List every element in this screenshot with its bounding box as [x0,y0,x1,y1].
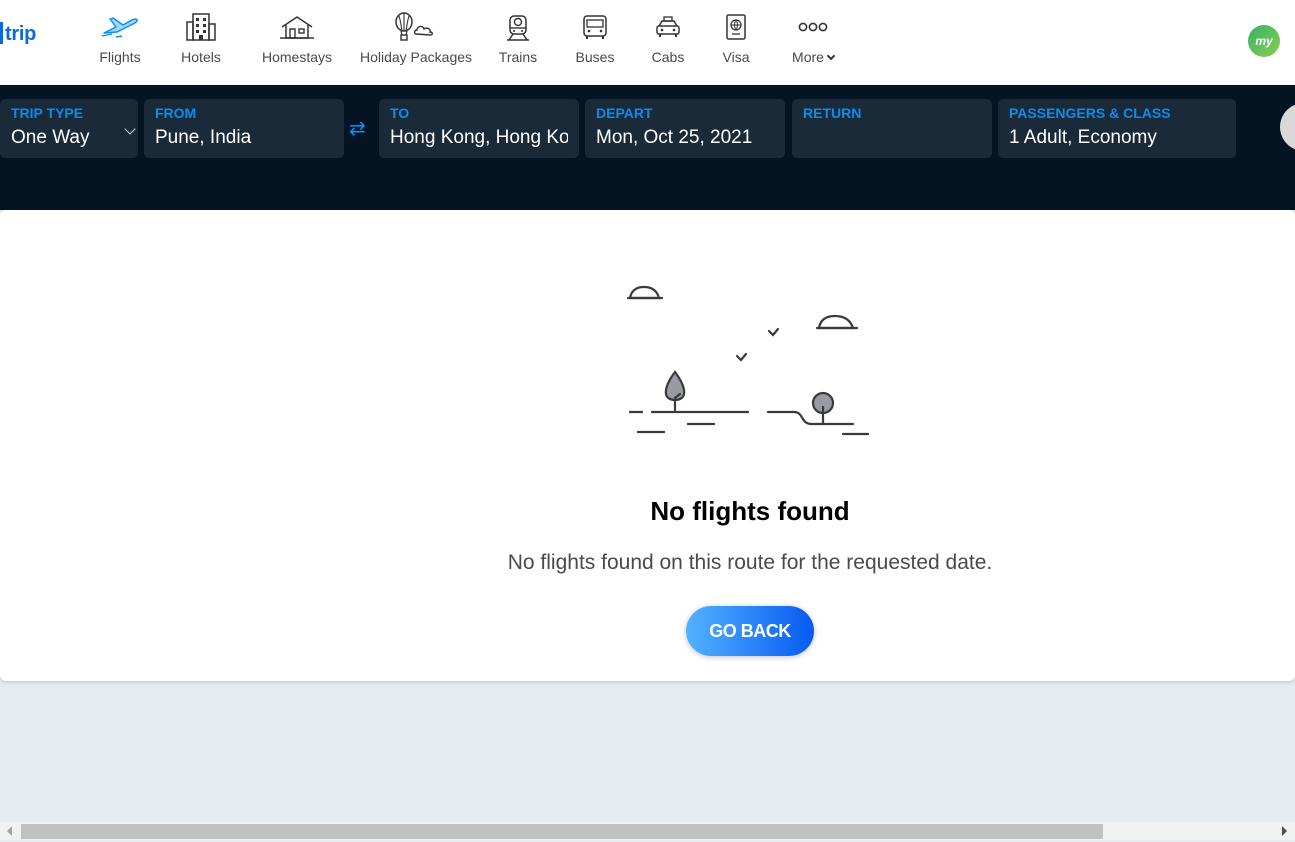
field-label: TO [390,105,410,121]
nav-label: Cabs [651,49,685,65]
hotel-building-icon [184,12,218,47]
nav-hotels[interactable]: Hotels [176,12,226,74]
nav-label: Hotels [181,49,221,65]
field-label: TRIP TYPE [11,105,84,121]
nav-label: More [786,49,840,65]
user-avatar[interactable]: my [1248,25,1280,57]
swap-icon[interactable]: ⇄ [349,116,366,141]
scroll-right-arrow-icon[interactable] [1282,826,1287,836]
nav-label: Buses [575,49,615,65]
scrollbar-thumb[interactable] [21,824,1103,839]
search-button[interactable] [1280,103,1295,151]
user-menu-text[interactable] [1291,26,1295,56]
hot-air-balloon-icon [392,11,440,47]
field-label: DEPART [596,105,653,121]
empty-state-message: No flights found on this route for the r… [507,551,993,574]
airplane-icon [100,14,140,45]
taxi-icon [653,14,683,45]
horizontal-scrollbar[interactable] [0,822,1295,840]
nav-trains[interactable]: Trains [496,14,540,74]
nav-flights[interactable]: Flights [96,14,144,74]
from-field[interactable]: FROM Pune, India [144,99,344,158]
house-icon [279,14,315,45]
chevron-down-icon [826,51,836,61]
field-value: Pune, India [155,127,252,148]
empty-state-illustration [620,270,880,450]
field-value: One Way [11,127,90,148]
nav-label: Holiday Packages [359,49,473,65]
passport-icon [723,13,749,46]
field-label: FROM [155,105,197,121]
go-back-button[interactable]: GO BACK [686,606,814,656]
more-dots-icon [797,20,829,38]
nav-label: Trains [498,49,538,65]
to-field[interactable]: TO Hong Kong, Hong Kong [379,99,579,158]
search-bar: TRIP TYPE One Way FROM Pune, India ⇄ TO … [0,85,1295,210]
nav-label: Homestays [261,49,333,65]
field-value: 1 Adult, Economy [1009,127,1157,148]
nav-holiday-packages[interactable]: Holiday Packages [358,11,474,74]
bus-icon [580,13,610,46]
nav-homestays[interactable]: Homestays [258,14,336,74]
nav-label: Flights [99,49,141,65]
field-label: PASSENGERS & CLASS [1009,105,1171,121]
field-value: Mon, Oct 25, 2021 [596,127,753,148]
trip-type-select[interactable]: TRIP TYPE One Way [0,99,138,158]
brand-logo[interactable]: trip [0,22,36,46]
empty-state-title: No flights found [650,496,850,526]
nav-buses[interactable]: Buses [574,14,616,74]
field-value: Hong Kong, Hong Kong [390,127,568,148]
field-label: RETURN [803,105,862,121]
top-navigation: trip Flights Hotels Homestays Holiday Pa… [0,0,1295,85]
scroll-left-arrow-icon[interactable] [7,826,12,836]
nav-label: Visa [722,49,750,65]
return-field[interactable]: RETURN [792,99,992,158]
nav-visa[interactable]: Visa [718,13,754,74]
depart-field[interactable]: DEPART Mon, Oct 25, 2021 [585,99,785,158]
nav-cabs[interactable]: Cabs [650,14,686,74]
passengers-class-field[interactable]: PASSENGERS & CLASS 1 Adult, Economy [998,99,1236,158]
nav-more[interactable]: More [786,14,840,74]
train-icon [503,12,533,47]
